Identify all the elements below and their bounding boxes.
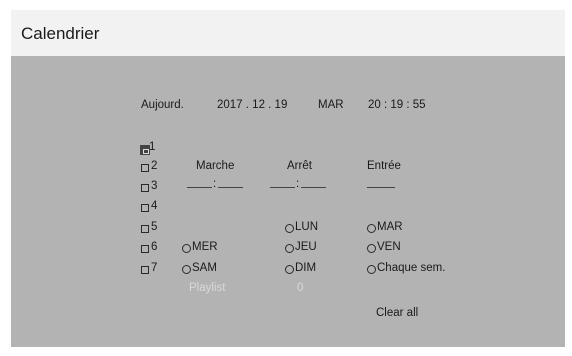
- today-day: MAR: [318, 99, 344, 111]
- start-hour-field[interactable]: [187, 177, 212, 188]
- radio-icon[interactable]: [182, 244, 191, 253]
- stop-column-header: Arrêt: [287, 160, 312, 172]
- schedule-checkbox-3[interactable]: [141, 184, 149, 192]
- schedule-checkbox-4[interactable]: [141, 204, 149, 212]
- start-minute-field[interactable]: [218, 177, 243, 188]
- radio-icon[interactable]: [182, 265, 191, 274]
- schedule-number-2: 2: [151, 160, 158, 172]
- radio-icon[interactable]: [367, 224, 376, 233]
- radio-icon[interactable]: [367, 265, 376, 274]
- today-label: Aujourd.: [141, 99, 184, 111]
- input-column-header: Entrée: [367, 160, 401, 172]
- schedule-number-4: 4: [151, 200, 158, 212]
- radio-icon[interactable]: [367, 244, 376, 253]
- playlist-label: Playlist: [189, 282, 226, 294]
- stop-hour-field[interactable]: [270, 177, 295, 188]
- stop-time-separator: :: [296, 178, 300, 190]
- day-label-wed: MER: [192, 241, 218, 253]
- day-label-tue: MAR: [377, 221, 403, 233]
- playlist-value: 0: [297, 282, 304, 294]
- schedule-number-1: 1: [149, 141, 156, 153]
- input-source-field[interactable]: [367, 177, 395, 188]
- schedule-number-3: 3: [151, 180, 158, 192]
- day-label-sat: SAM: [192, 262, 217, 274]
- radio-icon[interactable]: [285, 224, 294, 233]
- schedule-checkbox-7[interactable]: [141, 266, 149, 274]
- page-title: Calendrier: [21, 24, 100, 43]
- radio-icon[interactable]: [285, 244, 294, 253]
- clear-all-button[interactable]: Clear all: [376, 307, 418, 319]
- radio-icon[interactable]: [285, 265, 294, 274]
- stop-minute-field[interactable]: [301, 177, 326, 188]
- schedule-checkbox-6[interactable]: [141, 245, 149, 253]
- day-label-thu: JEU: [295, 241, 317, 253]
- today-time: 20 : 19 : 55: [368, 99, 426, 111]
- today-date: 2017 . 12 . 19: [217, 99, 288, 111]
- day-label-weekly: Chaque sem.: [377, 262, 446, 274]
- schedule-number-7: 7: [151, 262, 158, 274]
- start-column-header: Marche: [196, 160, 235, 172]
- day-label-fri: VEN: [377, 241, 401, 253]
- calendar-panel: Calendrier Aujourd. 2017 . 12 . 19 MAR 2…: [11, 10, 565, 347]
- schedule-number-6: 6: [151, 241, 158, 253]
- title-bar: Calendrier: [11, 10, 565, 56]
- schedule-checkbox-5[interactable]: [141, 225, 149, 233]
- schedule-number-5: 5: [151, 221, 158, 233]
- day-label-mon: LUN: [295, 221, 319, 233]
- start-time-separator: :: [213, 178, 217, 190]
- day-label-sun: DIM: [295, 262, 317, 274]
- schedule-checkbox-2[interactable]: [141, 164, 149, 172]
